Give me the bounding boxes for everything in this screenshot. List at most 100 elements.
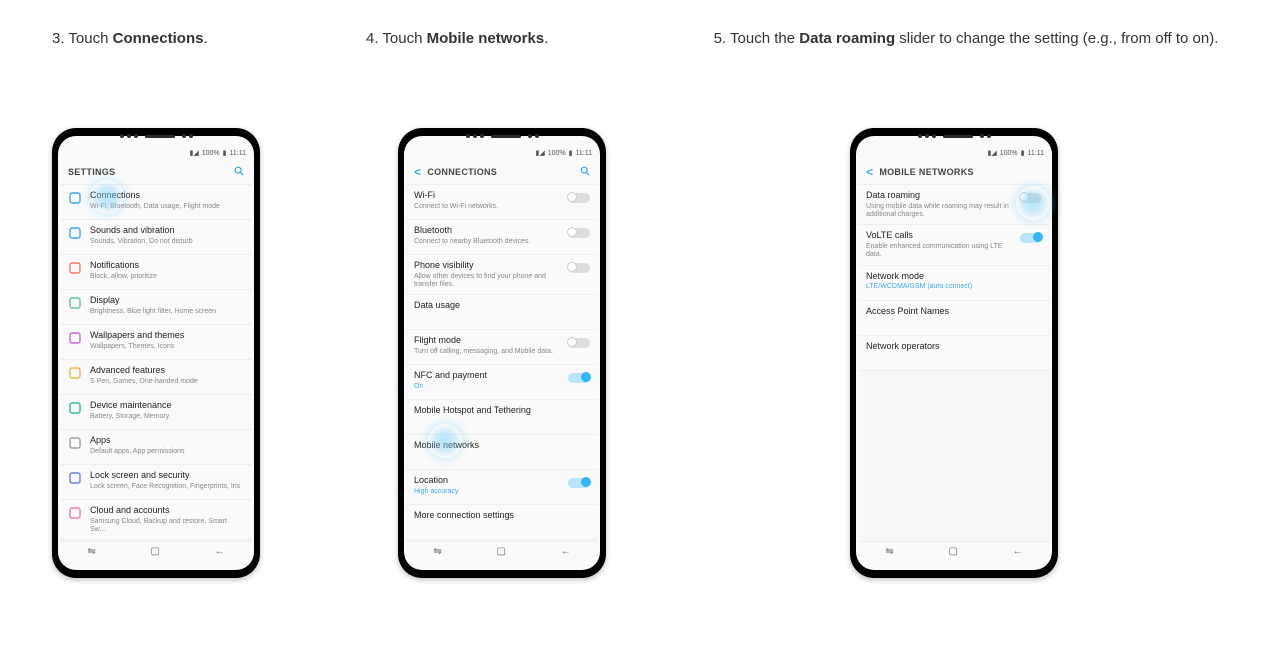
search-icon[interactable]: [234, 165, 244, 179]
android-navbar: ⇋ ▢ ←: [60, 541, 252, 560]
connections-row-bluetooth[interactable]: Bluetooth Connect to nearby Bluetooth dev…: [406, 220, 598, 255]
row-title: Access Point Names: [866, 307, 1042, 317]
connections-row-mobile-hotspot-and-tethering[interactable]: Mobile Hotspot and Tethering: [406, 400, 598, 435]
search-icon[interactable]: [580, 165, 590, 179]
toggle-switch[interactable]: [568, 263, 590, 273]
toggle-switch[interactable]: [1020, 193, 1042, 203]
recents-button[interactable]: ⇋: [885, 546, 893, 557]
android-navbar: ⇋ ▢ ←: [406, 541, 598, 560]
row-text: NFC and payment On: [414, 371, 564, 391]
row-text: Connections Wi-Fi, Bluetooth, Data usage,…: [90, 191, 244, 211]
settings-row-sounds-and-vibration[interactable]: Sounds and vibrationSounds, Vibration, D…: [60, 220, 252, 255]
row-icon: [68, 401, 82, 415]
caption-step-4: 4. Touch Mobile networks.: [366, 30, 548, 47]
row-text: Data roamingUsing mobile data while roam…: [866, 191, 1016, 218]
row-subtitle: Wi-Fi, Bluetooth, Data usage, Flight mod…: [90, 203, 244, 211]
row-subtitle: LTE/WCDMA/GSM (auto connect): [866, 283, 1042, 291]
toggle-switch[interactable]: [568, 338, 590, 348]
settings-row-apps[interactable]: AppsDefault apps, App permissions: [60, 430, 252, 465]
mobilenet-row-access-point-names[interactable]: Access Point Names: [858, 301, 1050, 336]
connections-row-more-connection-settings[interactable]: More connection settings: [406, 505, 598, 540]
recents-button[interactable]: ⇋: [433, 546, 441, 557]
row-icon: [68, 471, 82, 485]
mobilenet-row-network-mode[interactable]: Network modeLTE/WCDMA/GSM (auto connect): [858, 266, 1050, 301]
help-page: 3. Touch Connections. 4. Touch Mobile ne…: [0, 0, 1275, 653]
toggle-switch[interactable]: [568, 478, 590, 488]
row-text: Device maintenance Battery, Storage, Memo…: [90, 401, 244, 421]
row-text: Network modeLTE/WCDMA/GSM (auto connect): [866, 272, 1042, 292]
row-title: More connection settings: [414, 511, 590, 521]
screen-header: SETTINGS: [60, 160, 252, 185]
row-title: Display: [90, 296, 244, 306]
phone-mockup-3: ▮◢ 100% ▮ 11:11 < MOBILE NETWORKS Data r…: [850, 128, 1058, 578]
row-icon: [68, 366, 82, 380]
row-title: Device maintenance: [90, 401, 244, 411]
settings-row-device-maintenance[interactable]: Device maintenance Battery, Storage, Memo…: [60, 395, 252, 430]
back-button[interactable]: ←: [215, 546, 225, 557]
status-bar: ▮◢ 100% ▮ 11:11: [858, 146, 1050, 160]
mobile-networks-list: Data roamingUsing mobile data while roam…: [858, 185, 1050, 541]
header-title: SETTINGS: [68, 167, 234, 177]
connections-row-location[interactable]: LocationHigh accuracy: [406, 470, 598, 505]
row-subtitle: Connect to nearby Bluetooth devices.: [414, 238, 564, 246]
row-icon: [68, 191, 82, 205]
toggle-switch[interactable]: [568, 228, 590, 238]
row-title: Network mode: [866, 272, 1042, 282]
connections-row-nfc-and-payment[interactable]: NFC and payment On: [406, 365, 598, 400]
row-subtitle: Block, allow, prioritize: [90, 273, 244, 281]
row-text: Flight modeTurn off calling, messaging, …: [414, 336, 564, 356]
signal-icon: ▮◢: [988, 149, 997, 157]
settings-row-wallpapers-and-themes[interactable]: Wallpapers and themesWallpapers, Themes,…: [60, 325, 252, 360]
row-subtitle: Allow other devices to find your phone a…: [414, 273, 564, 288]
recents-button[interactable]: ⇋: [87, 546, 95, 557]
settings-row-display[interactable]: DisplayBrightness, Blue light filter, Ho…: [60, 290, 252, 325]
settings-row-lock-screen-and-security[interactable]: Lock screen and securityLock screen, Fac…: [60, 465, 252, 500]
connections-row-phone-visibility[interactable]: Phone visibility Allow other devices to f…: [406, 255, 598, 295]
row-title: NFC and payment: [414, 371, 564, 381]
home-button[interactable]: ▢: [496, 546, 505, 557]
mobilenet-row-data-roaming[interactable]: Data roamingUsing mobile data while roam…: [858, 185, 1050, 225]
back-button[interactable]: ←: [1013, 546, 1023, 557]
settings-row-connections[interactable]: Connections Wi-Fi, Bluetooth, Data usage,…: [60, 185, 252, 220]
toggle-switch[interactable]: [568, 193, 590, 203]
phone-mockup-2: ▮◢ 100% ▮ 11:11 < CONNECTIONS Wi-FiConne…: [398, 128, 606, 578]
back-chevron-icon[interactable]: <: [866, 165, 873, 179]
row-title: Bluetooth: [414, 226, 564, 236]
row-subtitle: Wallpapers, Themes, Icons: [90, 343, 244, 351]
row-title: Data usage: [414, 301, 590, 311]
connections-row-flight-mode[interactable]: Flight modeTurn off calling, messaging, …: [406, 330, 598, 365]
row-title: Apps: [90, 436, 244, 446]
screen-header: < CONNECTIONS: [406, 160, 598, 185]
connections-row-data-usage[interactable]: Data usage: [406, 295, 598, 330]
settings-row-cloud-and-accounts[interactable]: Cloud and accountsSamsung Cloud, Backup …: [60, 500, 252, 540]
settings-row-advanced-features[interactable]: Advanced featuresS Pen, Games, One-hande…: [60, 360, 252, 395]
row-title: Lock screen and security: [90, 471, 244, 481]
battery-icon: ▮: [223, 149, 227, 157]
status-bar: ▮◢ 100% ▮ 11:11: [60, 146, 252, 160]
row-text: Advanced featuresS Pen, Games, One-hande…: [90, 366, 244, 386]
row-text: AppsDefault apps, App permissions: [90, 436, 244, 456]
back-chevron-icon[interactable]: <: [414, 165, 421, 179]
connections-row-mobile-networks[interactable]: Mobile networks: [406, 435, 598, 470]
row-title: Connections: [90, 191, 244, 201]
row-icon: [68, 506, 82, 520]
settings-row-notifications[interactable]: NotificationsBlock, allow, prioritize: [60, 255, 252, 290]
mobilenet-row-volte-calls[interactable]: VoLTE callsEnable enhanced communication…: [858, 225, 1050, 265]
toggle-switch[interactable]: [1020, 233, 1042, 243]
row-subtitle: Sounds, Vibration, Do not disturb: [90, 238, 244, 246]
row-subtitle: Battery, Storage, Memory: [90, 413, 244, 421]
signal-icon: ▮◢: [190, 149, 199, 157]
home-button[interactable]: ▢: [948, 546, 957, 557]
row-subtitle: On: [414, 383, 564, 391]
signal-icon: ▮◢: [536, 149, 545, 157]
connections-row-wi-fi[interactable]: Wi-FiConnect to Wi-Fi networks.: [406, 185, 598, 220]
home-button[interactable]: ▢: [150, 546, 159, 557]
mobilenet-row-network-operators[interactable]: Network operators: [858, 336, 1050, 371]
row-title: Phone visibility: [414, 261, 564, 271]
row-text: VoLTE callsEnable enhanced communication…: [866, 231, 1016, 258]
row-text: Mobile networks: [414, 441, 590, 451]
row-icon: [68, 436, 82, 450]
row-text: Cloud and accountsSamsung Cloud, Backup …: [90, 506, 244, 533]
back-button[interactable]: ←: [561, 546, 571, 557]
toggle-switch[interactable]: [568, 373, 590, 383]
